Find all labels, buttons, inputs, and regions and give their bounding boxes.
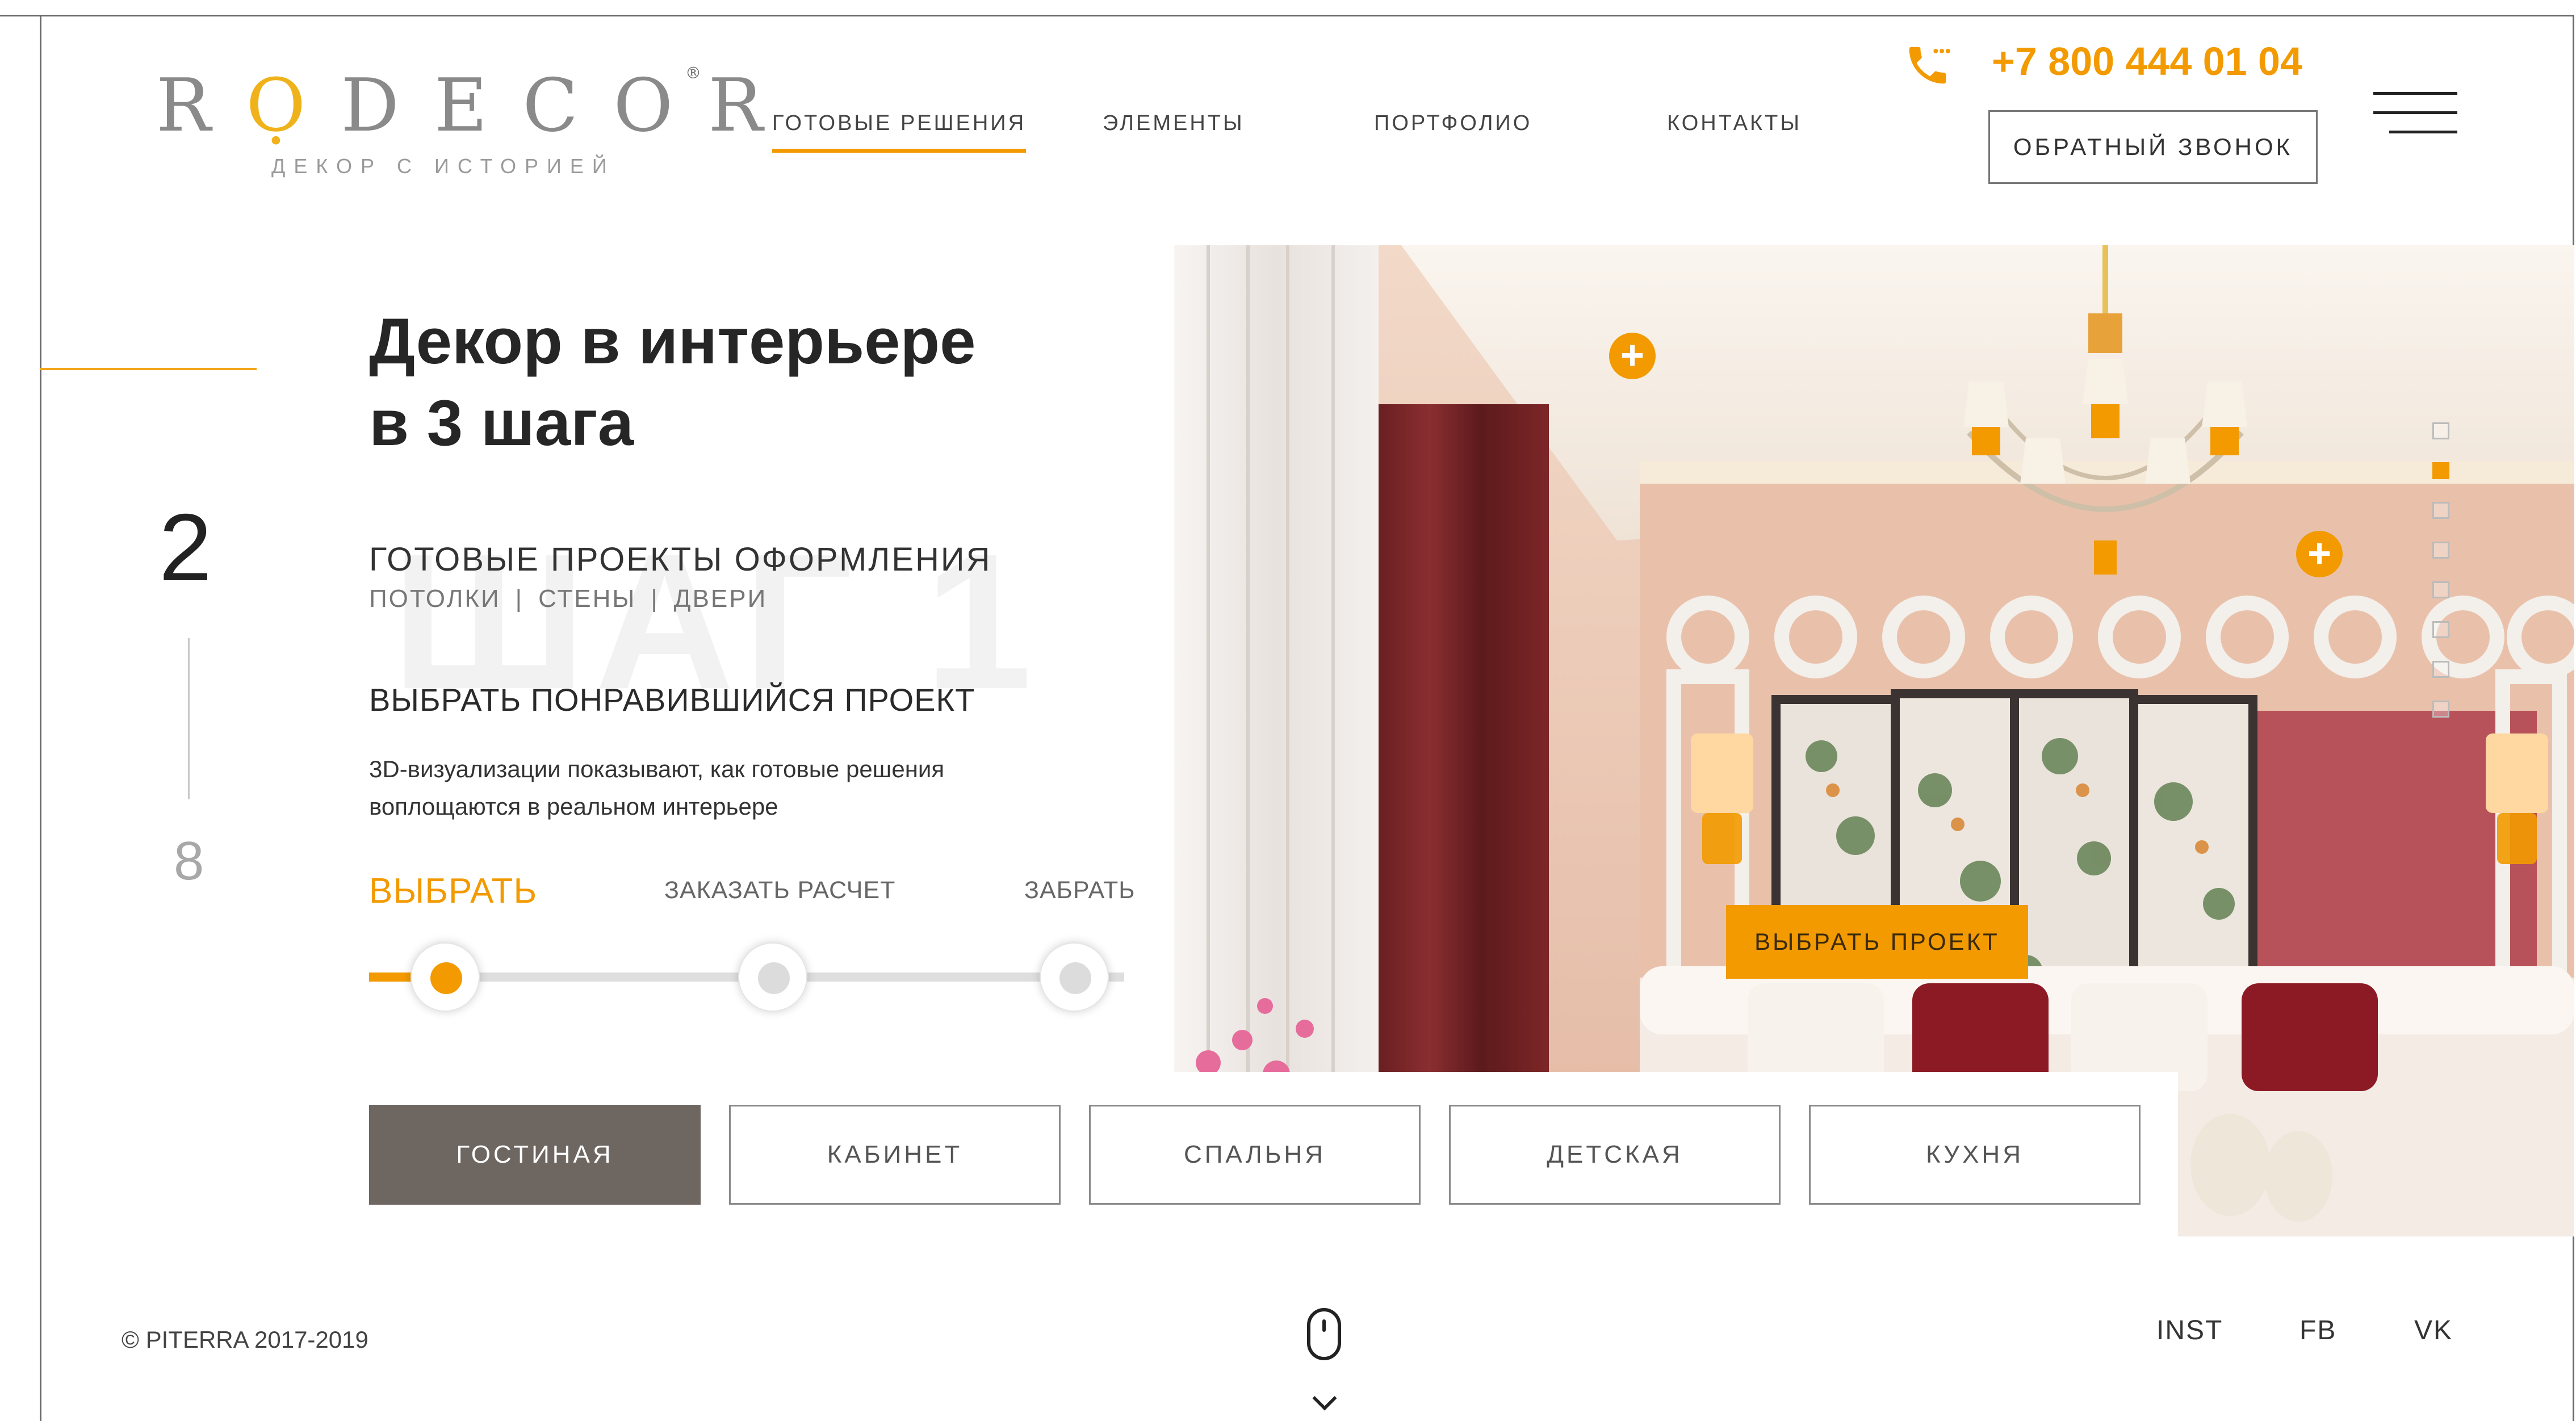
description: 3D-визуализации показывают, как готовые …: [369, 751, 1084, 825]
social-link-fb[interactable]: FB: [2299, 1315, 2336, 1346]
nav-item-elements[interactable]: ЭЛЕМЕНТЫ: [1103, 111, 1245, 136]
slide-pagination: [2432, 422, 2451, 740]
step-total: 8: [174, 831, 204, 891]
page-title: Декор в интерьере в 3 шага: [369, 301, 1136, 464]
category-doors[interactable]: ДВЕРИ: [674, 585, 767, 613]
slide-dot[interactable]: [2432, 701, 2449, 718]
slide-dot[interactable]: [2432, 621, 2449, 638]
description-line-1: 3D-визуализации показывают, как готовые …: [369, 756, 945, 782]
accent-line: [40, 368, 257, 370]
phone-icon: [1909, 47, 1950, 84]
phone-number[interactable]: +7 800 444 01 04: [1992, 39, 2302, 84]
registered-mark: ®: [685, 64, 701, 82]
tab-living-room[interactable]: ГОСТИНАЯ: [369, 1105, 701, 1205]
category-list: ПОТОЛКИ | СТЕНЫ | ДВЕРИ: [369, 585, 767, 613]
nav-item-ready-solutions[interactable]: ГОТОВЫЕ РЕШЕНИЯ: [772, 111, 1027, 153]
copyright: © PITERRA 2017-2019: [122, 1326, 368, 1353]
slide-dot[interactable]: [2432, 581, 2449, 598]
slide-dot[interactable]: [2432, 502, 2449, 519]
step-label-choose[interactable]: ВЫБРАТЬ: [369, 871, 537, 911]
section-subtitle: ГОТОВЫЕ ПРОЕКТЫ ОФОРМЛЕНИЯ: [369, 541, 992, 578]
slide-dot[interactable]: [2432, 542, 2449, 559]
slide-dot-active[interactable]: [2432, 462, 2449, 479]
callback-button[interactable]: ОБРАТНЫЙ ЗВОНОК: [1988, 110, 2318, 184]
tab-bedroom[interactable]: СПАЛЬНЯ: [1089, 1105, 1421, 1205]
nav-item-contacts[interactable]: КОНТАКТЫ: [1667, 111, 1802, 136]
mouse-scroll-icon[interactable]: [1307, 1308, 1341, 1360]
social-link-inst[interactable]: INST: [2156, 1315, 2223, 1346]
logo-letter-gold: Ọ: [246, 64, 341, 148]
logo[interactable]: RỌDECOR ®: [156, 64, 763, 148]
logo-letter: D: [341, 64, 434, 148]
title-line-1: Декор в интерьере: [369, 305, 976, 378]
title-line-2: в 3 шага: [369, 387, 634, 459]
slide-dot[interactable]: [2432, 422, 2449, 439]
tab-kitchen[interactable]: КУХНЯ: [1809, 1105, 2141, 1205]
choose-project-button[interactable]: ВЫБРАТЬ ПРОЕКТ: [1726, 905, 2028, 979]
hotspot-plus-icon[interactable]: +: [1609, 333, 1656, 379]
step-divider: [188, 638, 190, 799]
slide-dot[interactable]: [2432, 661, 2449, 678]
nav-item-portfolio[interactable]: ПОРТФОЛИО: [1374, 111, 1532, 136]
social-link-vk[interactable]: VK: [2414, 1315, 2453, 1346]
top-edge-line: [0, 15, 40, 16]
hamburger-menu-icon[interactable]: [2373, 92, 2457, 134]
progress-knob-step-1[interactable]: [411, 942, 480, 1012]
step-current: 2: [159, 494, 212, 601]
progress-knob-step-2[interactable]: [738, 942, 807, 1012]
step-label-pickup[interactable]: ЗАБРАТЬ: [1024, 877, 1135, 904]
progress-knob-step-3[interactable]: [1040, 942, 1109, 1012]
tab-kids-room[interactable]: ДЕТСКАЯ: [1449, 1105, 1781, 1205]
category-separator: |: [515, 585, 524, 613]
logo-letter: C: [522, 64, 614, 148]
logo-letter: E: [434, 64, 523, 148]
logo-letter: R: [156, 64, 246, 148]
action-title: ВЫБРАТЬ ПОНРАВИВШИЙСЯ ПРОЕКТ: [369, 682, 975, 718]
category-ceilings[interactable]: ПОТОЛКИ: [369, 585, 501, 613]
tab-study[interactable]: КАБИНЕТ: [729, 1105, 1061, 1205]
category-walls[interactable]: СТЕНЫ: [538, 585, 636, 613]
hotspot-plus-icon[interactable]: +: [2296, 531, 2343, 577]
logo-tagline: ДЕКОР С ИСТОРИЕЙ: [271, 154, 615, 178]
category-separator: |: [651, 585, 659, 613]
step-label-order-estimate[interactable]: ЗАКАЗАТЬ РАСЧЕТ: [664, 877, 895, 904]
description-line-2: воплощаются в реальном интерьере: [369, 793, 778, 820]
